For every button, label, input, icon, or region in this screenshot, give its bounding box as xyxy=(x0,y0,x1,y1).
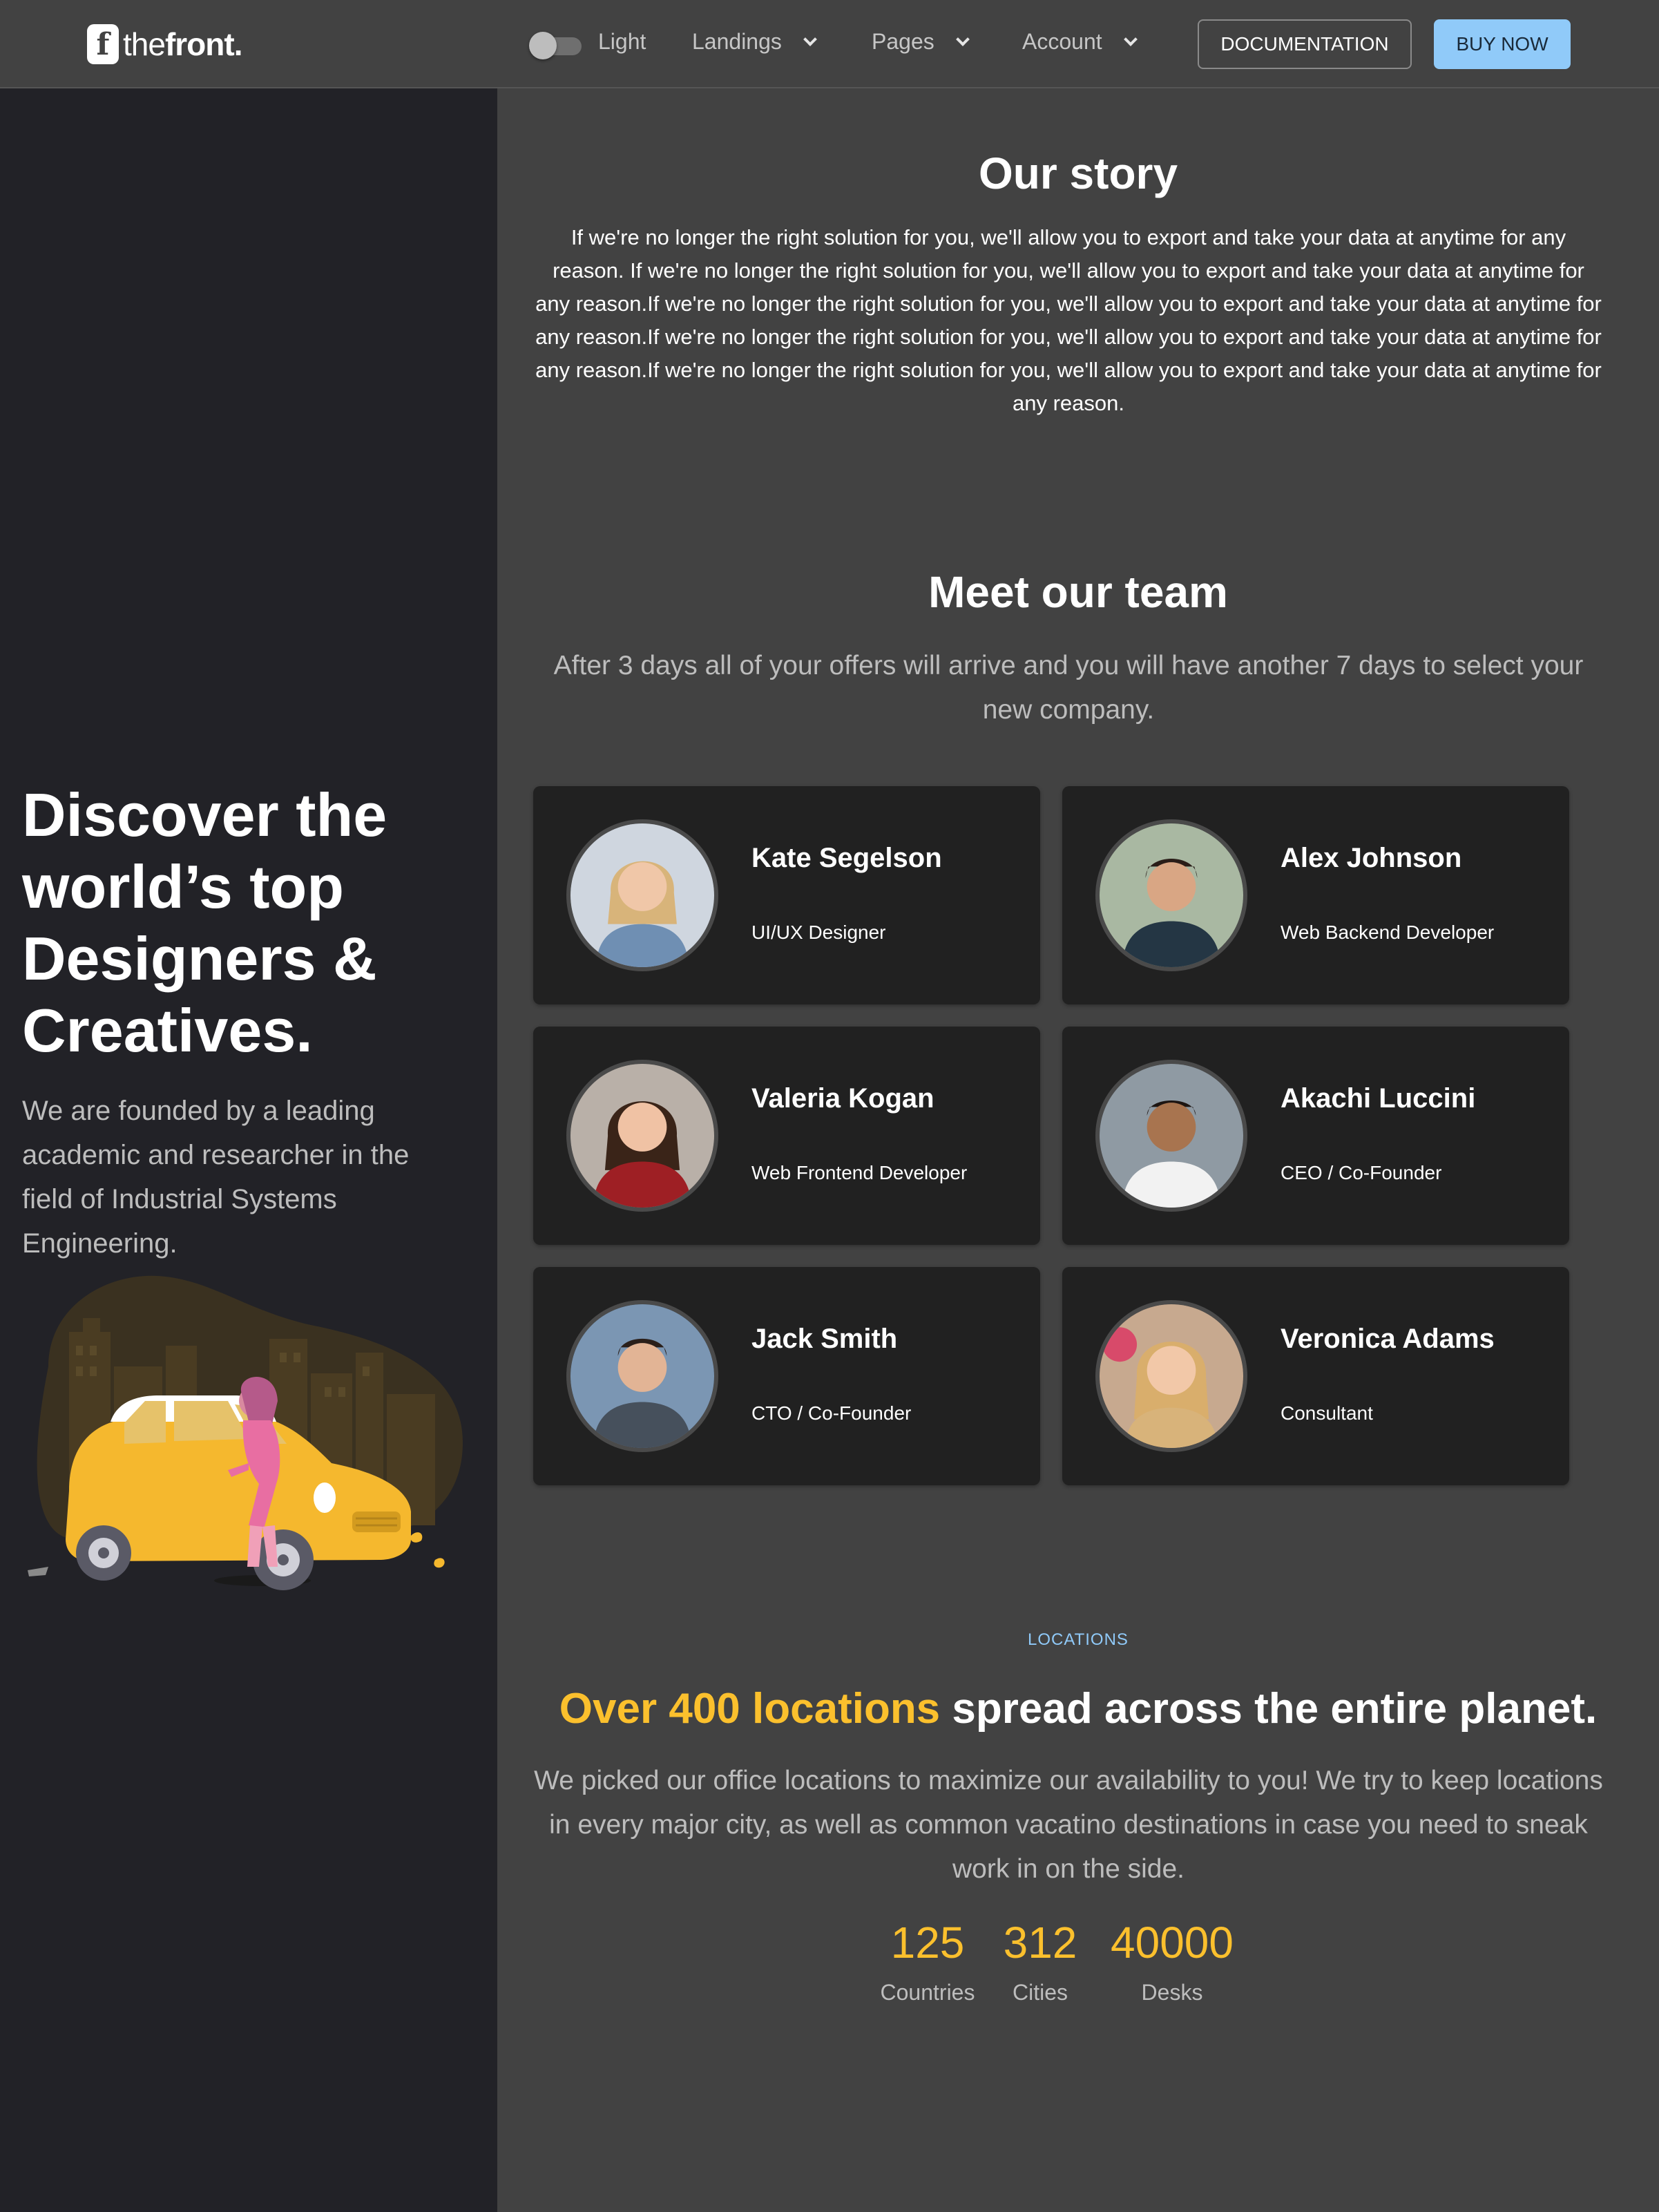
member-name: Valeria Kogan xyxy=(751,1083,934,1114)
locations-kicker: LOCATIONS xyxy=(1028,1630,1129,1649)
member-name: Kate Segelson xyxy=(751,843,942,873)
logo-mark-icon: f xyxy=(87,24,119,64)
member-role: Web Frontend Developer xyxy=(751,1162,968,1183)
car-illustration xyxy=(28,1275,463,1590)
team-card-veronica[interactable]: Veronica Adams Consultant xyxy=(1062,1267,1569,1485)
main-content: Our story If we're no longer the right s… xyxy=(497,88,1659,2212)
nav-label: Account xyxy=(1022,29,1102,54)
stat-value: 40000 xyxy=(1111,1918,1234,1967)
locations-title: Over 400 locations spread across the ent… xyxy=(497,1684,1659,1733)
stat-label: Countries xyxy=(880,1980,975,2005)
member-role: UI/UX Designer xyxy=(751,922,886,943)
locations-title-accent: Over 400 locations xyxy=(559,1685,941,1733)
top-navbar: f thefront. Light Landings Pages Account… xyxy=(0,0,1659,88)
nav-label: Pages xyxy=(872,29,934,54)
member-role: CEO / Co-Founder xyxy=(1281,1162,1442,1183)
member-role: Web Backend Developer xyxy=(1281,922,1495,943)
logo[interactable]: f thefront. xyxy=(87,23,242,65)
hero-title: Discover the world’s top Designers & Cre… xyxy=(22,781,387,1065)
stat-countries: 125 Countries xyxy=(862,1915,993,2005)
member-name: Jack Smith xyxy=(751,1324,898,1354)
team-subtitle: After 3 days all of your offers will arr… xyxy=(553,651,1584,725)
stat-label: Desks xyxy=(1141,1980,1203,2005)
team-card-jack[interactable]: Jack Smith CTO / Co-Founder xyxy=(533,1267,1040,1485)
nav-landings[interactable]: Landings xyxy=(692,29,817,55)
avatar xyxy=(566,1300,718,1452)
hero-subtitle: We are founded by a leading academic and… xyxy=(22,1096,410,1259)
avatar xyxy=(1095,1060,1247,1212)
buy-now-button[interactable]: BUY NOW xyxy=(1434,19,1571,69)
stat-desks: 40000 Desks xyxy=(1093,1915,1252,2005)
theme-toggle[interactable] xyxy=(529,32,582,59)
member-name: Veronica Adams xyxy=(1281,1324,1495,1354)
avatar xyxy=(566,819,718,971)
locations-subtitle: We picked our office locations to maximi… xyxy=(534,1766,1603,1884)
stat-value: 125 xyxy=(890,1918,965,1967)
chevron-down-icon xyxy=(1123,32,1138,46)
avatar xyxy=(566,1060,718,1212)
nav-pages[interactable]: Pages xyxy=(872,29,970,55)
team-title: Meet our team xyxy=(928,567,1228,617)
member-role: Consultant xyxy=(1281,1402,1373,1424)
sidebar-panel: Discover the world’s top Designers & Cre… xyxy=(0,88,497,2212)
team-card-alex[interactable]: Alex Johnson Web Backend Developer xyxy=(1062,786,1569,1004)
chevron-down-icon xyxy=(955,32,970,46)
logo-wordmark: thefront. xyxy=(123,26,242,62)
avatar xyxy=(1095,1300,1247,1452)
nav-account[interactable]: Account xyxy=(1022,29,1138,55)
avatar xyxy=(1095,819,1247,971)
theme-label: Light xyxy=(598,29,646,54)
toggle-knob xyxy=(529,32,557,59)
member-name: Akachi Luccini xyxy=(1281,1083,1476,1114)
stat-cities: 312 Cities xyxy=(985,1915,1095,2005)
stat-label: Cities xyxy=(1012,1980,1068,2005)
story-text: If we're no longer the right solution fo… xyxy=(535,225,1602,415)
team-card-akachi[interactable]: Akachi Luccini CEO / Co-Founder xyxy=(1062,1027,1569,1245)
team-card-kate[interactable]: Kate Segelson UI/UX Designer xyxy=(533,786,1040,1004)
story-title: Our story xyxy=(978,149,1178,198)
chevron-down-icon xyxy=(803,32,817,46)
nav-label: Landings xyxy=(692,29,782,54)
stat-value: 312 xyxy=(1003,1918,1077,1967)
documentation-button[interactable]: DOCUMENTATION xyxy=(1198,19,1412,69)
team-card-valeria[interactable]: Valeria Kogan Web Frontend Developer xyxy=(533,1027,1040,1245)
locations-title-rest: spread across the entire planet. xyxy=(952,1685,1598,1733)
member-role: CTO / Co-Founder xyxy=(751,1402,912,1424)
member-name: Alex Johnson xyxy=(1281,843,1462,873)
